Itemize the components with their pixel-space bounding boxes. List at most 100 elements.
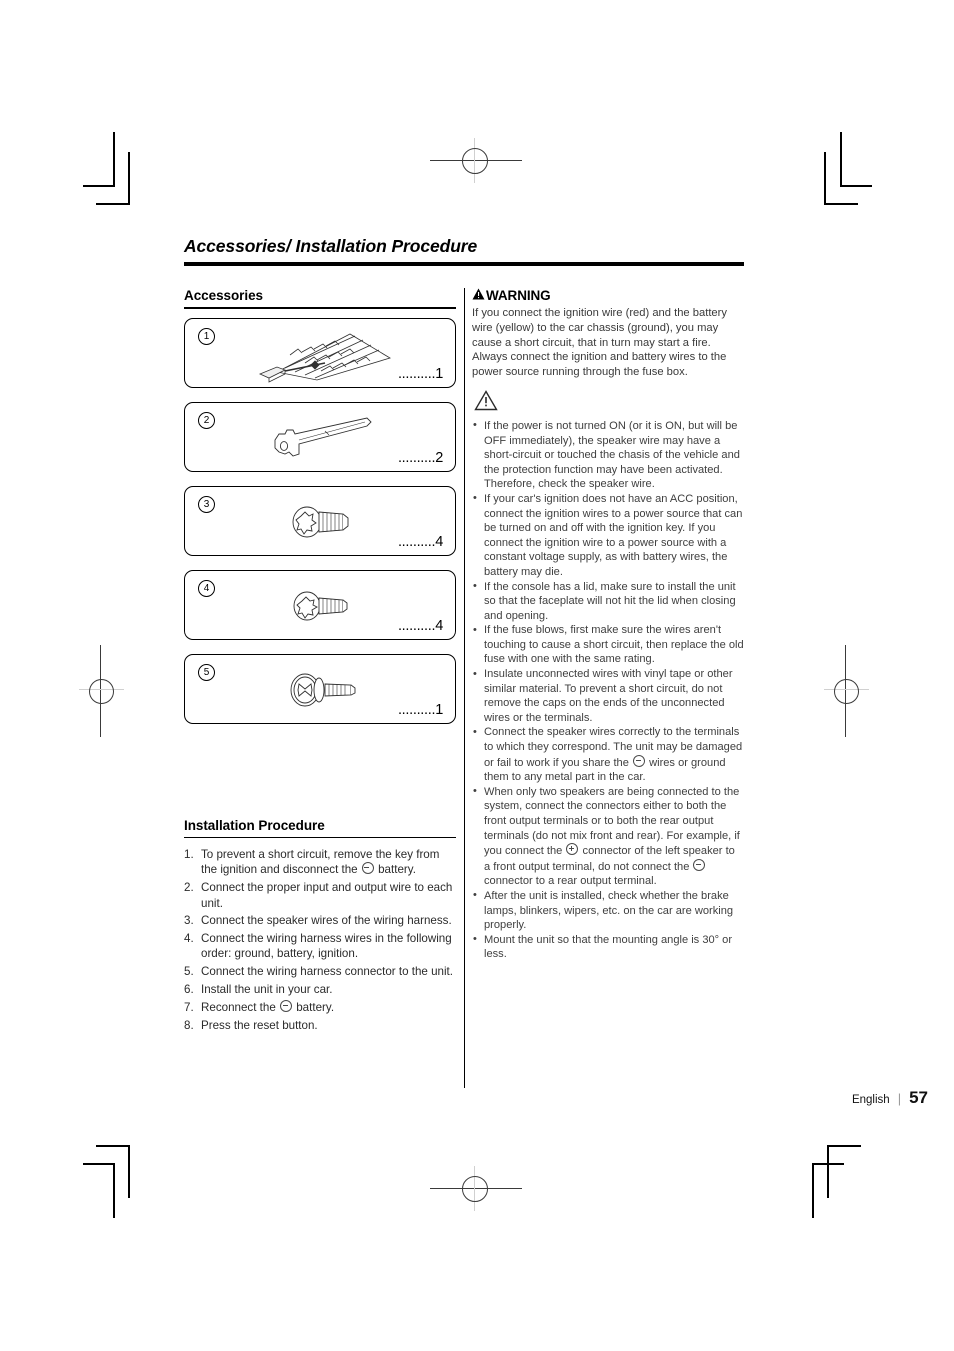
warning-bullet: • If the console has a lid, make sure to …: [472, 580, 744, 624]
step-number: 6.: [184, 983, 194, 997]
page-title-rule: [184, 262, 744, 266]
warning-heading-label: WARNING: [486, 288, 551, 303]
accessories-heading: Accessories: [184, 288, 264, 303]
accessory-leader-1: ..........: [397, 365, 436, 382]
registration-mark-top: [462, 148, 488, 174]
warning-bullet: • If the power is not turned ON (or it is…: [472, 419, 744, 492]
accessory-number-5: 5: [198, 663, 215, 681]
manual-page: Accessories/ Installation Procedure Acce…: [184, 236, 928, 1107]
bullet-text: If the fuse blows, first make sure the w…: [484, 624, 744, 666]
crop-mark-top-right-horizontal-outer: [840, 185, 872, 187]
page-footer: English | 57: [654, 1088, 928, 1108]
accessory-leader-3: ..........: [397, 533, 436, 550]
bullet-marker: •: [473, 623, 477, 636]
step-text: Connect the speaker wires of the wiring …: [201, 914, 452, 928]
step-number: 8.: [184, 1018, 194, 1032]
crop-mark-top-right-vertical-outer: [840, 132, 842, 187]
flat-head-screw-icon: [255, 490, 395, 554]
accessory-quantity-1: ..........1: [398, 366, 443, 382]
accessory-leader-4: ..........: [397, 617, 436, 634]
warning-bullet: • If your car's ignition does not have an…: [472, 492, 744, 580]
crop-mark-top-left-vertical-outer: [113, 132, 115, 187]
accessory-quantity-4: ..........4: [398, 618, 443, 634]
step-number: 1.: [184, 848, 194, 862]
crop-mark-bottom-right-vertical-inner: [827, 1146, 829, 1198]
step-text: Reconnect the: [201, 1000, 276, 1014]
installation-step: 2. Connect the proper input and output wi…: [184, 880, 456, 911]
minus-polarity-icon: [693, 858, 706, 871]
step-text: Press the reset button.: [201, 1018, 318, 1032]
crop-mark-top-right-horizontal-inner: [824, 203, 858, 205]
accessory-count-4: 4: [435, 617, 443, 634]
bullet-marker: •: [473, 725, 477, 738]
crop-mark-bottom-left-horizontal-inner: [96, 1145, 130, 1147]
washer-screw-icon: [255, 658, 395, 722]
accessory-count-5: 1: [435, 701, 443, 718]
accessory-count-3: 4: [435, 533, 443, 550]
step-text: Connect the wiring harness connector to …: [201, 965, 453, 979]
bullet-marker: •: [473, 889, 477, 902]
accessory-leader-2: ..........: [397, 449, 436, 466]
caution-triangle-icon: [474, 390, 744, 416]
crop-mark-bottom-left-vertical-outer: [113, 1163, 115, 1218]
accessories-heading-rule: [184, 307, 456, 309]
bullet-marker: •: [473, 933, 477, 946]
bullet-text: Insulate unconnected wires with vinyl ta…: [484, 668, 733, 724]
bullet-text-after: connector to a rear output terminal.: [484, 875, 657, 888]
installation-heading: Installation Procedure: [184, 817, 325, 833]
accessory-leader-5: ..........: [397, 701, 436, 718]
accessory-number-2: 2: [198, 411, 215, 429]
step-number: 5.: [184, 965, 194, 979]
footer-separator: |: [897, 1091, 902, 1106]
bullet-marker: •: [473, 419, 477, 432]
crop-mark-bottom-right-vertical-outer: [812, 1163, 814, 1218]
page-title: Accessories/ Installation Procedure: [184, 236, 478, 256]
warning-bullet: • If the fuse blows, first make sure the …: [472, 623, 744, 667]
accessory-number-1: 1: [198, 327, 215, 345]
warning-bullet: • Insulate unconnected wires with vinyl t…: [472, 667, 744, 725]
footer-language: English: [851, 1094, 890, 1106]
two-column-layout: Accessories 1 ..........1 2 ..........2 …: [184, 288, 744, 1088]
accessory-number-3: 3: [198, 495, 215, 513]
wiring-harness-icon: [255, 322, 395, 386]
installation-step: 6. Install the unit in your car.: [184, 982, 456, 997]
bullet-text: After the unit is installed, check wheth…: [484, 889, 734, 932]
left-column: Accessories 1 ..........1 2 ..........2 …: [184, 288, 456, 1035]
installation-step: 4. Connect the wiring harness wires in th…: [184, 931, 456, 962]
installation-step: 1. To prevent a short circuit, remove the…: [184, 847, 456, 878]
accessory-item-1: 1 ..........1: [184, 317, 456, 388]
pan-head-screw-icon: [255, 574, 395, 638]
installation-step: 5. Connect the wiring harness connector t…: [184, 964, 456, 979]
minus-polarity-icon: [633, 754, 645, 767]
crop-mark-top-left-horizontal-inner: [96, 203, 130, 205]
step-text-after: battery.: [378, 863, 416, 877]
registration-mark-left: [89, 679, 114, 704]
accessory-item-2: 2 ..........2: [184, 401, 456, 472]
bullet-marker: •: [473, 492, 477, 505]
accessory-count-2: 2: [435, 449, 443, 466]
registration-mark-right: [834, 679, 859, 704]
bullet-text: If the console has a lid, make sure to i…: [484, 580, 736, 622]
accessory-number-4: 4: [198, 579, 215, 597]
installation-heading-rule: [184, 836, 456, 839]
warning-bullet: • After the unit is installed, check whet…: [472, 889, 744, 933]
warning-bullet: • When only two speakers are being connec…: [472, 785, 744, 889]
bullet-marker: •: [473, 580, 477, 593]
step-text: Connect the proper input and output wire…: [201, 881, 453, 910]
registration-mark-bottom: [462, 1176, 488, 1202]
step-text-after: battery.: [296, 1000, 335, 1014]
right-column: WARNING If you connect the ignition wire…: [472, 288, 744, 1035]
accessory-item-3: 3 ..........4: [184, 485, 456, 556]
accessory-quantity-3: ..........4: [398, 534, 443, 550]
column-divider: [464, 288, 466, 1088]
minus-polarity-icon: [361, 862, 374, 875]
bullet-text: If your car's ignition does not have an …: [484, 492, 743, 578]
accessory-item-5: 5 ..........1: [184, 653, 456, 724]
warning-bullet: • Connect the speaker wires correctly to …: [472, 725, 744, 784]
step-text: Install the unit in your car.: [201, 983, 333, 997]
bullet-text: Mount the unit so that the mounting angl…: [484, 933, 733, 961]
warning-triangle-icon: [472, 288, 485, 303]
bullet-marker: •: [473, 667, 477, 680]
bullet-marker: •: [473, 785, 477, 798]
